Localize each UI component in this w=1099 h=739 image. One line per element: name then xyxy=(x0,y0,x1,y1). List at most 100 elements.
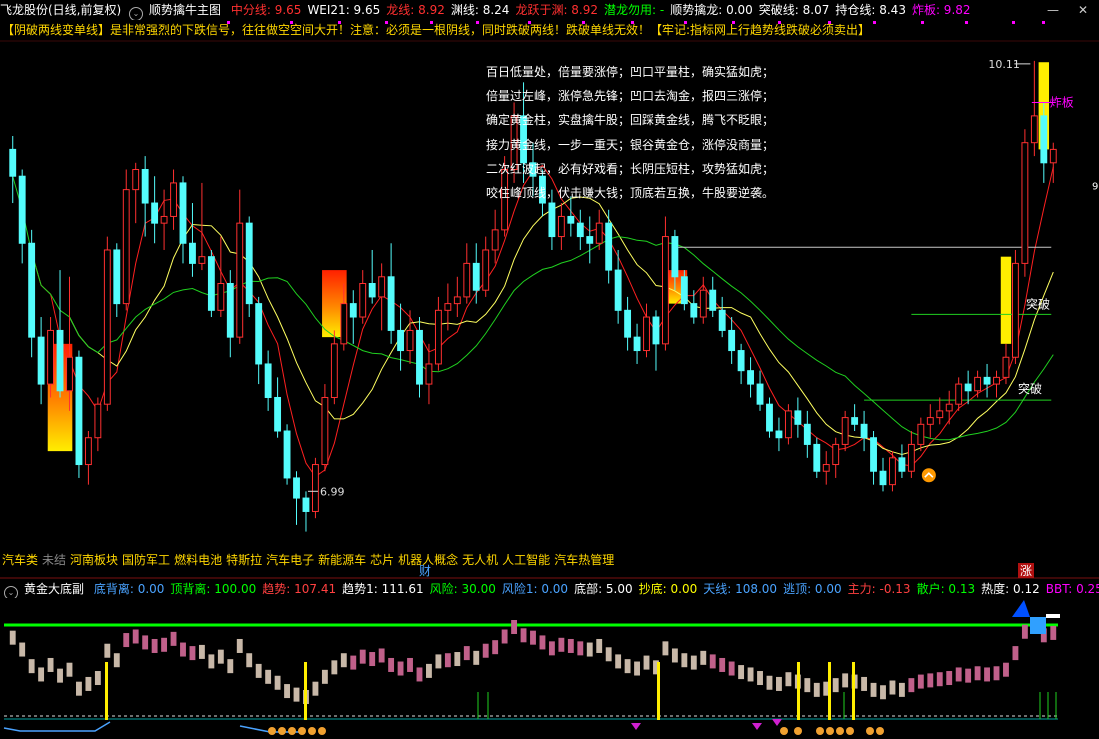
oscillator-bar xyxy=(955,667,962,682)
hand-icon xyxy=(846,727,854,735)
candle-body xyxy=(160,215,168,224)
bbt-marker xyxy=(772,719,782,726)
indicator-field: 风险1: 0.00 xyxy=(501,582,569,596)
hand-icon xyxy=(308,727,316,735)
indicator-field: 顶背离: 100.00 xyxy=(170,582,257,596)
candle-body xyxy=(302,497,310,512)
sector-tag[interactable]: 新能源车 xyxy=(318,553,366,567)
candle-body xyxy=(737,350,745,372)
oscillator-bar xyxy=(719,657,726,672)
candle-body xyxy=(56,329,64,392)
high-price-label: 10.11 xyxy=(988,58,1020,71)
signal-bar xyxy=(1000,256,1012,344)
zhaban-label: 炸板 xyxy=(1050,95,1074,109)
candle-body xyxy=(652,316,660,345)
oscillator-bar xyxy=(321,669,328,684)
oscillator-bar xyxy=(142,635,149,650)
oscillator-bar xyxy=(340,653,347,668)
oscillator-bar xyxy=(331,660,338,675)
candle-body xyxy=(784,410,792,439)
candle-body xyxy=(614,269,622,311)
candle-body xyxy=(491,229,499,251)
candle-body xyxy=(387,276,395,331)
signal-dot xyxy=(873,21,876,24)
oscillator-bar xyxy=(662,641,669,656)
candle-body xyxy=(870,437,877,472)
signal-dot xyxy=(582,21,585,24)
sector-tag[interactable]: 无人机 xyxy=(462,553,498,567)
candle-body xyxy=(444,303,452,311)
sector-tag[interactable]: 河南板块 xyxy=(70,553,118,567)
chevron-down-icon[interactable]: ⌄ xyxy=(4,586,18,598)
oscillator-bar xyxy=(700,650,707,665)
hand-icon xyxy=(298,727,306,735)
sector-tag[interactable]: 国防军工 xyxy=(122,553,170,567)
candle-body xyxy=(690,303,698,318)
oscillator-bar xyxy=(246,653,253,668)
oscillator-bar xyxy=(151,638,158,653)
candle-body xyxy=(794,410,802,425)
candle-body xyxy=(747,370,754,385)
poem-line: 百日低量处，倍量要涨停；凹口平量柱，确实猛如虎； xyxy=(486,65,775,79)
sector-tag[interactable]: 汽车类 xyxy=(2,553,38,567)
oscillator-bar xyxy=(227,659,234,674)
candle-body xyxy=(576,222,584,238)
candle-body xyxy=(803,423,811,445)
sector-tag[interactable]: 汽车电子 xyxy=(266,553,314,567)
candle-body xyxy=(832,443,840,466)
top-signal-block xyxy=(1030,617,1046,634)
candle-body xyxy=(728,329,736,352)
candle-body xyxy=(255,303,263,365)
indicator-name[interactable]: 黄金大底副 xyxy=(24,582,84,596)
low-price-label: 6.99 xyxy=(320,485,345,498)
oscillator-bar xyxy=(435,654,442,669)
sector-tag[interactable]: 机器人概念 xyxy=(398,553,458,567)
candle-body xyxy=(671,236,679,278)
poem-line: 倍量过左峰，涨停急先锋；凹口去淘金，报四三涨停； xyxy=(486,89,775,104)
hand-icon xyxy=(318,727,326,735)
sector-tag[interactable]: 人工智能 xyxy=(502,553,550,567)
candle-body xyxy=(122,189,130,305)
oscillator-bar xyxy=(359,649,366,664)
sector-tag[interactable]: 未结 xyxy=(42,553,66,567)
oscillator-bar xyxy=(567,638,574,653)
bottom-signal-bar xyxy=(105,662,108,720)
candle-body xyxy=(283,430,291,479)
oscillator-bar xyxy=(946,671,953,686)
candle-body xyxy=(841,417,849,445)
oscillator-bar xyxy=(898,682,905,697)
candle-body xyxy=(207,256,215,311)
candle-body xyxy=(472,262,480,291)
candle-body xyxy=(66,356,73,392)
breakout-label: 突破 xyxy=(1018,381,1042,396)
oscillator-bar xyxy=(180,642,186,657)
oscillator-bar xyxy=(113,653,120,668)
oscillator-bar xyxy=(974,666,981,681)
candle-body xyxy=(567,215,575,224)
indicator-field: 趋势1: 111.61 xyxy=(342,582,424,596)
sector-tag[interactable]: 燃料电池 xyxy=(174,553,222,567)
candle-body xyxy=(822,464,830,472)
sector-tag[interactable]: 汽车热管理 xyxy=(554,553,614,567)
candle-body xyxy=(879,470,887,486)
indicator-field: 底部: 5.00 xyxy=(574,582,633,596)
oscillator-bar xyxy=(473,650,480,665)
oscillator-bar xyxy=(804,678,811,693)
sector-tag[interactable]: 芯片 xyxy=(370,553,394,567)
signal-dot xyxy=(631,21,634,24)
poem-block: 百日低量处，倍量要涨停；凹口平量柱，确实猛如虎； 倍量过左峰，涨停急先锋；凹口去… xyxy=(486,60,774,205)
breakout-label: 突破 xyxy=(1026,296,1050,311)
indicator-field: 散户: 0.13 xyxy=(916,582,976,596)
candle-body xyxy=(47,329,55,385)
candle-body xyxy=(312,464,319,512)
sector-tag[interactable]: 特斯拉 xyxy=(226,553,262,567)
signal-dot xyxy=(476,21,479,24)
signal-dot xyxy=(290,21,293,24)
oscillator-bar xyxy=(94,671,101,686)
oscillator-bar xyxy=(397,661,404,676)
candle-body xyxy=(321,396,329,466)
candle-body xyxy=(198,256,206,264)
candle-body xyxy=(9,148,17,177)
oscillator-bar xyxy=(634,661,640,676)
candle-body xyxy=(595,222,603,244)
